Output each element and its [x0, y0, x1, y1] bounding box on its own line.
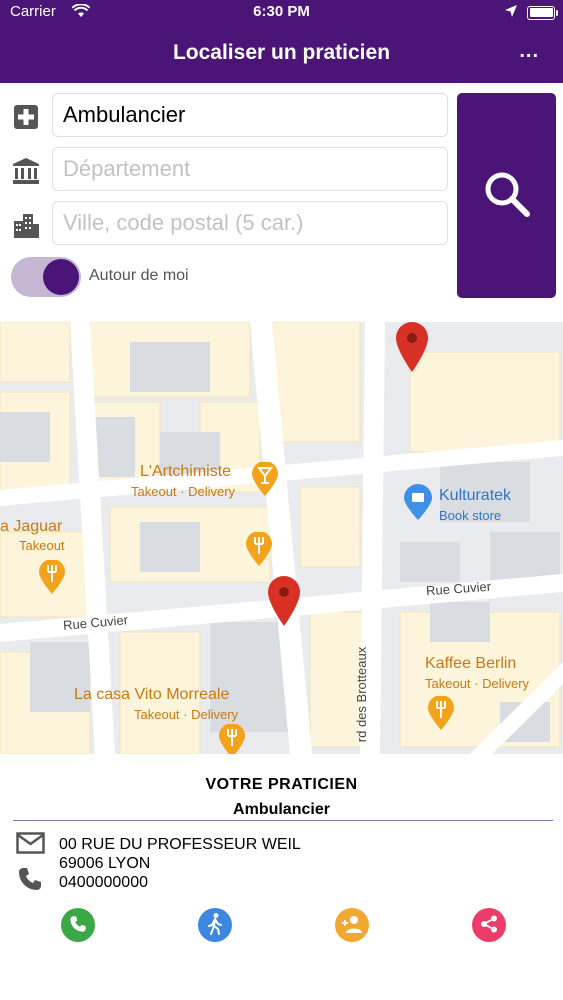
department-row	[0, 147, 450, 193]
restaurant-pin-icon[interactable]	[252, 461, 278, 501]
page-title: Localiser un praticien	[172, 41, 391, 64]
place-sub: Takeout	[19, 538, 65, 553]
restaurant-pin-icon[interactable]	[246, 531, 272, 571]
place-sub: Book store	[439, 508, 502, 523]
restaurant-pin-icon[interactable]	[219, 723, 245, 754]
phone-number[interactable]: 0400000000	[59, 874, 148, 892]
share-button[interactable]	[472, 908, 506, 942]
place-name: La casa Vito Morreale	[74, 686, 230, 703]
city-row	[0, 201, 450, 247]
share-icon	[480, 915, 498, 936]
restaurant-pin-icon[interactable]	[39, 559, 65, 599]
city-input[interactable]	[52, 201, 448, 245]
nav-bar: Localiser un praticien ...	[0, 24, 563, 83]
place-name: Kaffee Berlin	[425, 655, 517, 672]
street-label: rd des Brotteaux	[354, 646, 370, 743]
envelope-icon	[16, 832, 45, 859]
map-marker-icon[interactable]	[396, 322, 428, 377]
walking-person-icon	[205, 912, 225, 938]
toggle-knob	[43, 259, 79, 295]
place-name: a Jaguar	[0, 518, 63, 535]
bookstore-pin-icon[interactable]	[404, 484, 432, 525]
add-contact-button[interactable]	[335, 908, 369, 942]
practitioner-profession: Ambulancier	[233, 801, 330, 818]
place-sub: Takeout · Delivery	[131, 484, 236, 499]
profession-row	[0, 93, 450, 139]
place-name: Kulturatek	[439, 487, 512, 504]
department-input[interactable]	[52, 147, 448, 191]
directions-walk-button[interactable]	[198, 908, 232, 942]
profession-input[interactable]	[52, 93, 448, 137]
call-button[interactable]	[61, 908, 95, 942]
status-bar: Carrier 6:30 PM	[0, 0, 563, 24]
search-icon	[481, 172, 533, 223]
medical-cross-icon	[12, 103, 40, 131]
battery-icon	[527, 5, 558, 20]
place-sub: Takeout · Delivery	[425, 676, 530, 691]
location-arrow-icon	[505, 4, 517, 21]
address-line-2: 69006 LYON	[59, 855, 151, 872]
more-menu-button[interactable]: ...	[519, 40, 539, 63]
near-me-label: Autour de moi	[89, 267, 189, 284]
search-button[interactable]	[457, 93, 556, 298]
status-time: 6:30 PM	[253, 3, 310, 20]
place-name: L'Artchimiste	[140, 463, 232, 480]
divider	[13, 820, 553, 821]
phone-icon	[17, 866, 43, 897]
phone-icon	[69, 915, 87, 936]
add-contact-icon	[341, 915, 363, 936]
restaurant-pin-icon[interactable]	[428, 695, 454, 735]
institution-icon	[12, 157, 40, 185]
place-sub: Takeout · Delivery	[134, 707, 239, 722]
city-buildings-icon	[12, 211, 40, 239]
near-me-toggle[interactable]	[11, 257, 81, 297]
address-line-1: 00 RUE DU PROFESSEUR WEIL	[59, 836, 301, 853]
map-marker-icon[interactable]	[268, 576, 300, 631]
practitioner-heading: VOTRE PRATICIEN	[205, 776, 358, 793]
map-view[interactable]: Rue Cuvier Rue Cuvier rd des Brotteaux L…	[0, 322, 563, 754]
